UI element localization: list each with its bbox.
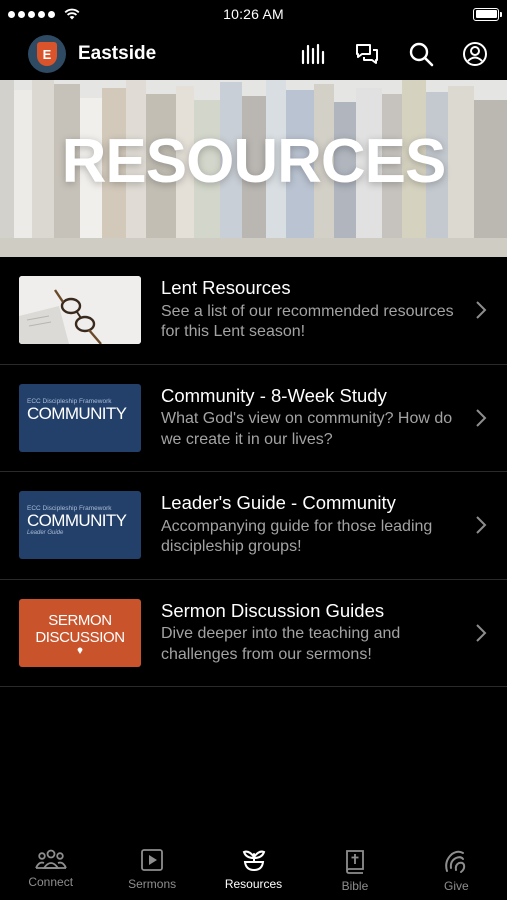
tab-resources[interactable]: Resources [203,840,304,900]
item-title: Sermon Discussion Guides [161,599,385,621]
cellular-signal-icon [8,8,80,20]
chat-icon[interactable] [353,40,381,68]
chevron-right-icon [476,516,487,534]
profile-icon[interactable] [461,40,489,68]
sprout-icon [242,850,265,872]
tab-sermons[interactable]: Sermons [101,840,202,900]
app-header: E Eastside [0,28,507,80]
item-title: Lent Resources [161,277,291,299]
hero-title: RESOURCES [61,127,447,196]
tab-bible[interactable]: Bible [304,840,405,900]
audio-bars-icon[interactable] [299,40,327,68]
bible-icon [346,850,364,874]
church-logo-icon[interactable]: E [28,35,66,73]
chevron-right-icon [476,301,487,319]
location-pin-icon [77,647,83,654]
leader-guide-thumbnail: ECC Discipleship Framework COMMUNITY Lea… [19,491,141,560]
chevron-right-icon [476,624,487,642]
resource-list: Lent Resources See a list of our recomme… [0,257,507,687]
tab-label: Sermons [128,877,177,891]
tab-give[interactable]: Give [406,840,507,900]
thumb-title-line2: DISCUSSION [35,629,125,647]
glasses-thumbnail [19,276,141,345]
item-title: Leader's Guide - Community [161,492,396,514]
list-item[interactable]: SERMON DISCUSSION Sermon Discussion Guid… [0,580,507,687]
status-bar: 10:26 AM [0,0,507,28]
tab-label: Connect [28,875,74,889]
item-description: Accompanying guide for those leading dis… [161,517,433,556]
item-title: Community - 8-Week Study [161,384,387,406]
list-item[interactable]: Lent Resources See a list of our recomme… [0,257,507,365]
give-icon [445,850,466,873]
search-icon[interactable] [407,40,435,68]
thumb-title: COMMUNITY [27,511,127,531]
play-icon [141,849,164,871]
battery-icon [473,7,502,21]
item-description: See a list of our recommended resources … [161,302,454,341]
sermon-discussion-thumbnail: SERMON DISCUSSION [19,598,141,667]
wifi-icon [64,8,80,20]
thumb-title-line1: SERMON [48,612,112,629]
thumb-caption: Leader Guide [27,530,64,537]
tab-connect[interactable]: Connect [0,840,101,900]
tab-label: Resources [224,877,283,891]
item-description: Dive deeper into the teaching and challe… [161,625,401,663]
tab-label: Bible [341,879,369,893]
thumb-title: COMMUNITY [27,403,127,423]
list-item[interactable]: ECC Discipleship Framework COMMUNITY Com… [0,365,507,472]
people-icon [34,849,67,869]
hero-banner: RESOURCES [0,80,507,257]
chevron-right-icon [476,409,487,427]
app-title: Eastside [78,43,157,64]
logo-letter: E [37,42,57,66]
tab-label: Give [443,879,469,893]
community-thumbnail: ECC Discipleship Framework COMMUNITY [19,383,141,452]
item-description: What God's view on community? How do we … [161,410,453,448]
tab-bar: Connect Sermons Resources Bible Give [0,840,507,900]
list-item[interactable]: ECC Discipleship Framework COMMUNITY Lea… [0,472,507,580]
